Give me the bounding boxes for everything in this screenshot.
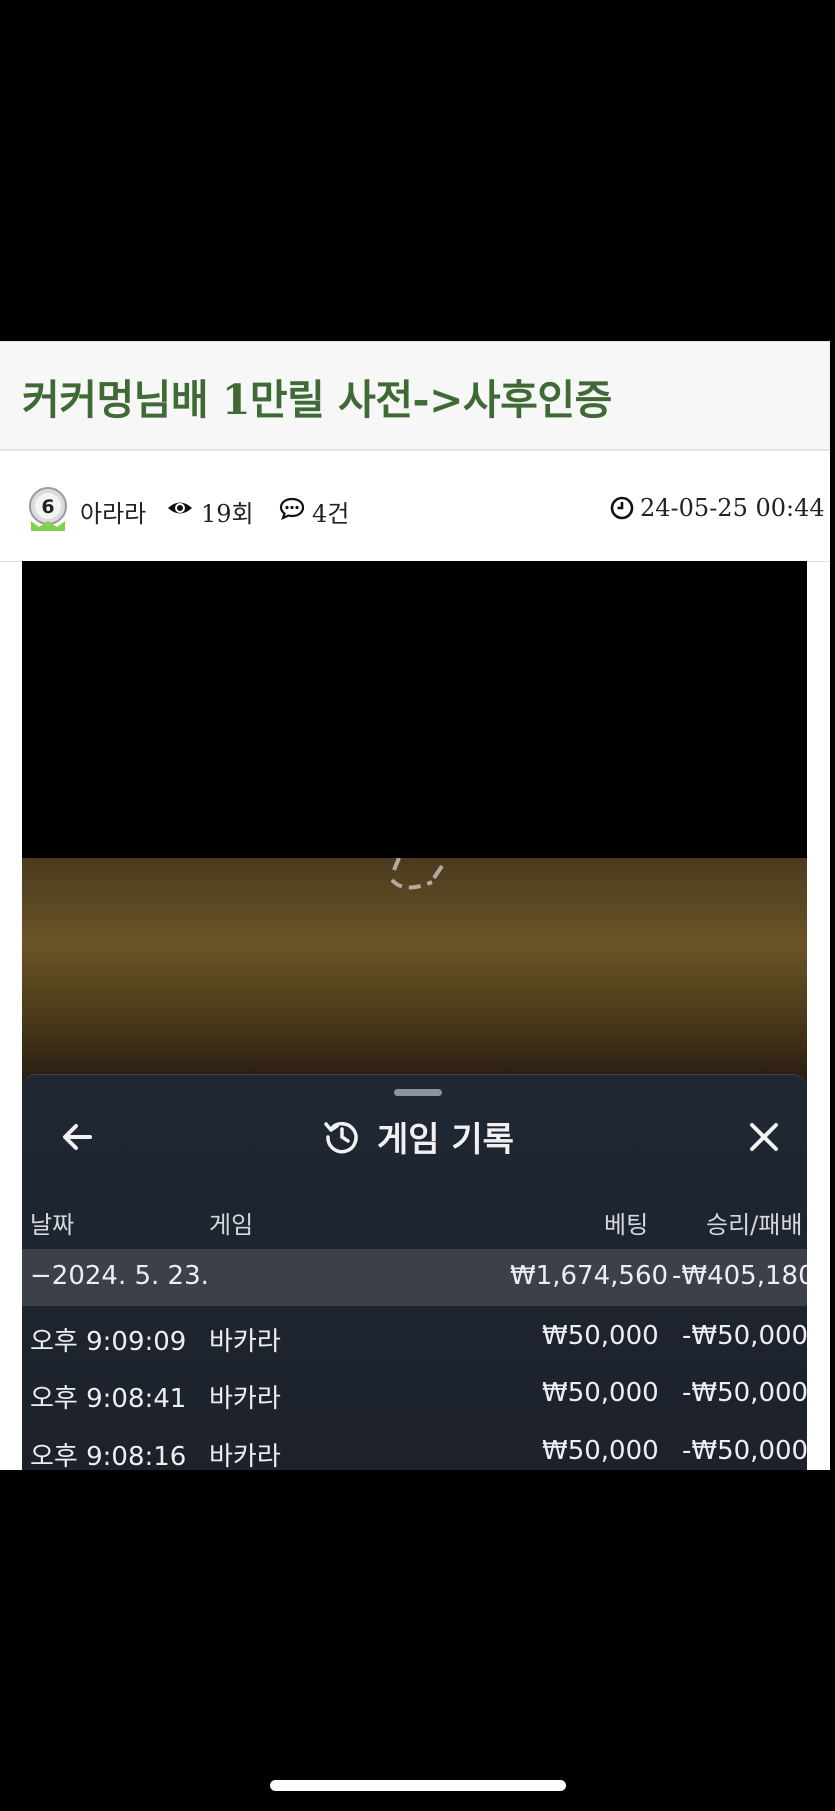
eye-icon	[168, 502, 192, 514]
home-indicator[interactable]	[270, 1780, 566, 1791]
close-icon[interactable]	[746, 1119, 782, 1155]
back-arrow-icon[interactable]	[60, 1119, 96, 1155]
row-bet: ₩50,000	[542, 1378, 659, 1408]
column-header-result: 승리/패배	[706, 1211, 803, 1239]
row-game: 바카라	[209, 1384, 281, 1414]
comment-count: 4건	[312, 500, 350, 528]
row-time: 오후 9:09:09	[30, 1327, 187, 1357]
row-bet: ₩50,000	[542, 1436, 659, 1466]
panel-title: 게임 기록	[377, 1120, 514, 1160]
avatar[interactable]: 6	[27, 485, 69, 535]
row-time: 오후 9:08:16	[30, 1442, 187, 1470]
comment-icon	[279, 497, 305, 520]
row-game: 바카라	[209, 1327, 281, 1357]
game-history-panel: 게임 기록 날짜 게임 베팅 승리/패배 −2024. 5. 23. ₩1,67…	[22, 1074, 807, 1470]
row-bet: ₩50,000	[542, 1321, 659, 1351]
row-result: -₩50,000	[682, 1321, 807, 1351]
level-badge-number: 6	[41, 496, 54, 518]
date-group-row[interactable]: −2024. 5. 23. ₩1,674,560 -₩405,180	[22, 1249, 807, 1306]
post-datetime: 24-05-25 00:44	[640, 494, 825, 522]
drag-handle[interactable]	[394, 1089, 442, 1096]
post-title: 커커멍님배 1만릴 사전->사후인증	[22, 376, 612, 424]
post-card: 커커멍님배 1만릴 사전->사후인증 6 아라라 19회 4건 24-05-25…	[0, 341, 830, 1470]
date-group-result-total: -₩405,180	[672, 1261, 807, 1291]
column-header-game: 게임	[209, 1211, 254, 1239]
date-group-bet-total: ₩1,674,560	[510, 1261, 669, 1291]
clock-icon	[610, 496, 634, 520]
level-badge-icon: 6	[29, 487, 67, 531]
screenshot-image: 게임 기록 날짜 게임 베팅 승리/패배 −2024. 5. 23. ₩1,67…	[22, 561, 807, 1470]
row-time: 오후 9:08:41	[30, 1384, 187, 1414]
row-result: -₩50,000	[682, 1378, 807, 1408]
title-bar: 커커멍님배 1만릴 사전->사후인증	[0, 341, 830, 451]
post-meta-bar: 6 아라라 19회 4건 24-05-25 00:44	[0, 451, 830, 562]
author-name[interactable]: 아라라	[80, 494, 146, 529]
row-game: 바카라	[209, 1442, 281, 1470]
column-header-date: 날짜	[30, 1211, 75, 1239]
date-group-label: −2024. 5. 23.	[30, 1261, 209, 1291]
column-header-bet: 베팅	[604, 1211, 649, 1239]
loading-spinner-icon	[390, 858, 444, 890]
row-result: -₩50,000	[682, 1436, 807, 1466]
view-count: 19회	[201, 500, 254, 528]
history-icon	[324, 1121, 358, 1154]
